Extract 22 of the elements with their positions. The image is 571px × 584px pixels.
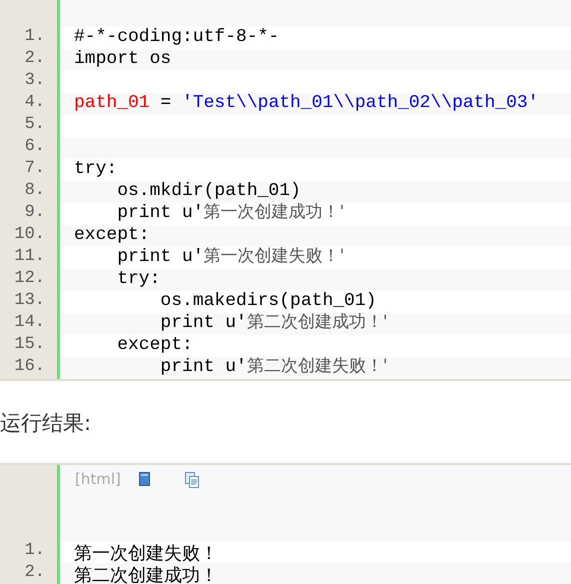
line-number: 14. xyxy=(13,313,46,334)
line-number: 1. xyxy=(24,541,46,562)
line-number: 10. xyxy=(13,225,46,246)
language-label: [html] xyxy=(75,470,121,488)
line-number: 15. xyxy=(13,335,46,356)
line-number: 4. xyxy=(24,93,46,114)
copy-icon[interactable] xyxy=(184,472,199,488)
line-number: 16. xyxy=(13,357,46,378)
line-number: 2. xyxy=(24,563,46,584)
line-number: 7. xyxy=(24,159,46,180)
line-number: 3. xyxy=(24,71,46,92)
line-number: 6. xyxy=(24,137,46,158)
line-number: 5. xyxy=(24,115,46,136)
line-number: 1. xyxy=(24,27,46,48)
book-icon[interactable] xyxy=(138,472,150,486)
line-number: 11. xyxy=(13,247,46,268)
line-number: 2. xyxy=(24,49,46,70)
section-heading: 运行结果: xyxy=(0,411,92,435)
line-number: 12. xyxy=(13,269,46,290)
line-number: 8. xyxy=(24,181,46,202)
line-number: 9. xyxy=(24,203,46,224)
line-number: 13. xyxy=(13,291,46,312)
